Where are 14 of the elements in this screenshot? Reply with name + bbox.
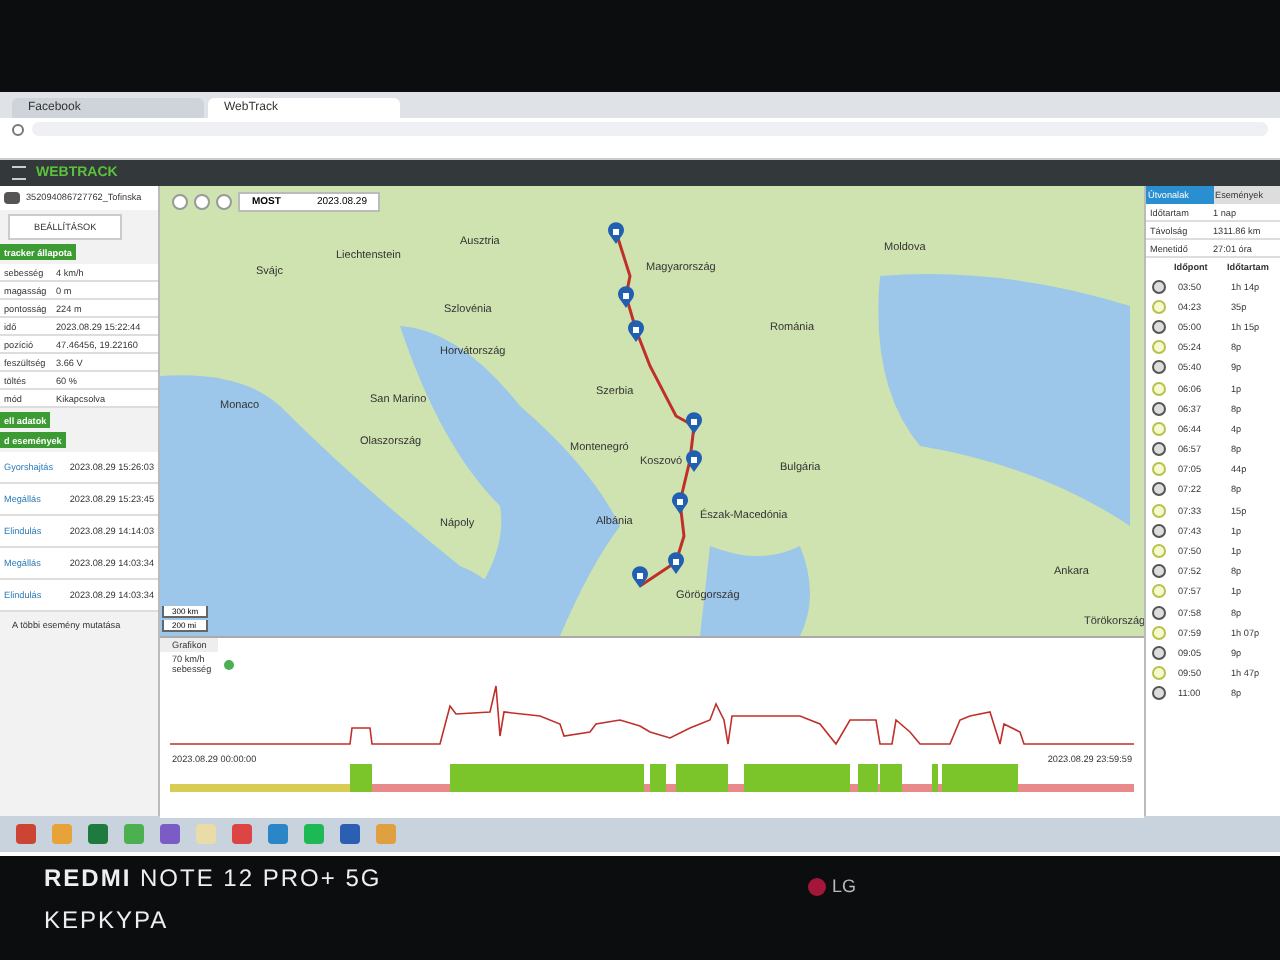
brand-logo: LG <box>831 876 856 896</box>
camera-watermark: REDMI NOTE 12 PRO+ 5G <box>44 864 382 892</box>
map-pin-icon <box>618 286 634 308</box>
map-pin-icon <box>608 222 624 244</box>
map-pin-icon <box>672 492 688 514</box>
brand-logo-icon <box>807 877 826 895</box>
menu-icon[interactable] <box>12 166 26 180</box>
map-pin-icon <box>686 450 702 472</box>
map-pin-icon <box>668 552 684 574</box>
map-pin-icon <box>632 566 648 588</box>
map-pin-icon <box>686 412 702 434</box>
camera-watermark: KEPKYPA <box>44 906 171 934</box>
map-pin-icon <box>628 320 644 342</box>
status-dot-icon <box>223 659 234 669</box>
